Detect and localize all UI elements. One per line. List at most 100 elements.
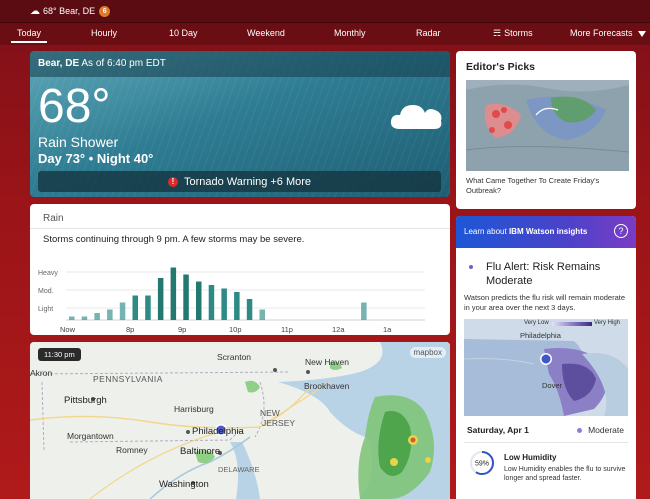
rain-bar (361, 302, 367, 320)
map-label: Romney (116, 445, 148, 455)
tab-monthly[interactable]: Monthly (334, 28, 366, 38)
weather-map-image (466, 80, 629, 171)
rain-bar (259, 309, 265, 320)
map-label: NEW (260, 408, 280, 418)
map-label: Baltimore (180, 446, 221, 457)
tab-storms-label: Storms (504, 28, 533, 38)
help-icon[interactable]: ? (614, 224, 628, 238)
x-tick-label: 11p (281, 325, 293, 334)
tab-weekend[interactable]: Weekend (247, 28, 285, 38)
tab-storms[interactable]: ☴ Storms (493, 28, 533, 39)
location-temp: 68° Bear, DE (43, 6, 96, 16)
alert-count-badge[interactable]: 6 (99, 5, 111, 17)
x-tick-label: 8p (126, 325, 134, 334)
humidity-description: Low Humidity enables the flu to survive … (504, 466, 626, 483)
rain-bar (94, 313, 100, 320)
y-level-label: Heavy (38, 270, 58, 277)
location-header: Bear, DE As of 6:40 pm EDT (30, 51, 450, 77)
rain-card[interactable]: Rain Storms continuing through 9 pm. A f… (30, 204, 450, 335)
map-label: Morgantown (67, 431, 114, 441)
tab-10-day[interactable]: 10 Day (169, 28, 198, 38)
map-label: PENNSYLVANIA (93, 374, 163, 384)
cloud-icon (390, 105, 442, 129)
editors-picks-card[interactable]: Editor's Picks What Came Together To Cre… (456, 51, 636, 209)
flu-map-label: Philadelphia (520, 331, 561, 340)
tab-hourly[interactable]: Hourly (91, 28, 117, 38)
flu-map-label: Dover (542, 381, 563, 390)
flu-alert-title[interactable]: Flu Alert: Risk Remains Moderate (486, 260, 631, 289)
tab-radar[interactable]: Radar (416, 28, 441, 38)
rain-bar (196, 281, 202, 320)
radar-map[interactable]: 11:30 pm mapbox Scranton New Haven Akron… (30, 342, 450, 499)
rain-bar (234, 292, 240, 320)
legend-very-low: Very Low (524, 320, 549, 326)
x-tick-label: 12a (332, 325, 345, 334)
flu-alert-description: Watson predicts the flu risk will remain… (464, 293, 626, 312)
warning-icon: ! (167, 176, 178, 187)
rain-bar (107, 309, 113, 320)
location-name: Bear, DE (38, 58, 80, 69)
forecast-nav: Today Hourly 10 Day Weekend Monthly Rada… (0, 23, 650, 45)
legend-very-high: Very High (594, 320, 621, 326)
mapbox-logo: mapbox (409, 347, 446, 358)
tab-more-forecasts[interactable]: More Forecasts (570, 28, 647, 38)
map-base (30, 342, 450, 499)
map-label: New Haven (305, 357, 349, 367)
radar-timestamp: 11:30 pm (38, 348, 81, 361)
bullet-dot (469, 265, 473, 269)
flu-risk-map: Very Low Very High Philadelphia Dover (464, 319, 628, 416)
map-label: DELAWARE (218, 465, 260, 474)
rain-bar (157, 278, 164, 320)
map-label: Brookhaven (304, 381, 350, 391)
map-label: JERSEY (262, 418, 296, 428)
tornado-warning-alert[interactable]: ! Tornado Warning +6 More (38, 171, 441, 192)
map-label: Philadelphia (192, 426, 244, 437)
weather-condition: Rain Shower (38, 134, 119, 150)
rain-bar (246, 299, 253, 320)
x-tick-label: 10p (229, 325, 242, 334)
watson-header-prefix: Learn about (464, 227, 509, 236)
location-bar[interactable]: ☁ 68° Bear, DE 6 (0, 0, 650, 23)
map-label: Pittsburgh (64, 395, 107, 406)
current-conditions-card[interactable]: Bear, DE As of 6:40 pm EDT 68° Rain Show… (30, 51, 450, 197)
rain-summary: Storms continuing through 9 pm. A few st… (43, 234, 305, 245)
tab-today[interactable]: Today (10, 28, 48, 43)
rain-bar (81, 316, 88, 320)
rain-bar (132, 295, 138, 320)
cloud-rain-icon: ☁ (30, 5, 40, 17)
x-tick-label: 9p (178, 325, 186, 334)
watson-insights-card[interactable]: Learn about IBM Watson insights ? Flu Al… (456, 216, 636, 499)
rain-bar (208, 285, 215, 320)
alert-text: Tornado Warning +6 More (183, 175, 312, 188)
map-label: Scranton (217, 352, 252, 362)
rain-bar (145, 295, 151, 320)
divider (464, 442, 628, 443)
rain-bar (69, 316, 75, 320)
rain-chart: Heavy Mod. Light Now 8p 9p 10p 11p 12a 1a (38, 267, 425, 334)
x-tick-label: 1a (383, 325, 392, 334)
map-label: Washington (159, 479, 209, 490)
rain-title: Rain (43, 213, 64, 224)
y-level-label: Mod. (38, 288, 54, 295)
article-thumbnail[interactable] (466, 80, 629, 171)
day-night-temps: Day 73° • Night 40° (38, 151, 154, 166)
article-caption[interactable]: What Came Together To Create Friday's Ou… (466, 176, 626, 196)
humidity-percent: 59% (475, 461, 489, 468)
rain-bar (221, 288, 227, 320)
humidity-ring: 59% (470, 451, 494, 475)
flu-risk-level: Moderate (577, 425, 624, 435)
map-label: Akron (30, 368, 53, 378)
as-of-time: As of 6:40 pm EDT (81, 58, 166, 69)
forecast-date: Saturday, Apr 1 (467, 425, 529, 435)
current-temperature: 68° (38, 80, 111, 133)
rain-bar (119, 302, 126, 320)
rain-bar (170, 267, 177, 320)
rain-bar (183, 274, 189, 320)
tab-more-label: More Forecasts (570, 28, 633, 38)
y-level-label: Light (38, 306, 53, 313)
caret-down-icon (638, 30, 647, 37)
map-label: Harrisburg (174, 404, 214, 414)
x-tick-label: Now (60, 325, 76, 334)
watson-header[interactable]: Learn about IBM Watson insights (456, 216, 636, 248)
watson-header-bold: IBM Watson insights (508, 227, 588, 236)
